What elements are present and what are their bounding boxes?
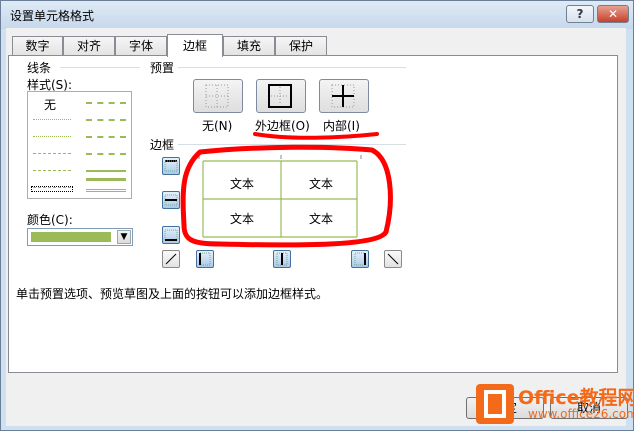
preset-outline-label: 外边框(O) — [255, 119, 310, 133]
preview-cell-text-3: 文本 — [230, 212, 255, 226]
style-dash-dot-line[interactable] — [33, 170, 71, 171]
style-hair-line[interactable] — [33, 119, 71, 120]
preset-none-label: 无(N) — [202, 119, 233, 133]
border-diagonal-up-button[interactable] — [162, 250, 180, 268]
style-thick-line[interactable] — [86, 178, 126, 181]
chevron-down-icon[interactable]: ▼ — [117, 230, 131, 244]
line-style-list[interactable]: 无 — [27, 91, 132, 199]
border-bottom-icon — [164, 229, 178, 241]
border-right-icon — [354, 252, 366, 266]
watermark-url: www.office26.com — [528, 407, 634, 421]
color-label: 颜色(C): — [27, 213, 73, 227]
preset-inside-label: 内部(I) — [323, 119, 360, 133]
instruction-text: 单击预置选项、预览草图及上面的按钮可以添加边框样式。 — [16, 287, 329, 301]
border-bottom-button[interactable] — [162, 226, 180, 244]
preset-none-button[interactable] — [193, 79, 243, 113]
border-horizontal-icon — [164, 194, 178, 206]
border-diagonal-up-icon — [165, 253, 177, 265]
preview-cell-text-1: 文本 — [230, 177, 255, 191]
style-none-option[interactable]: 无 — [44, 96, 56, 113]
help-button[interactable]: ? — [566, 5, 594, 23]
title-bar[interactable]: 设置单元格格式 ? ✕ — [1, 1, 633, 29]
preview-cell-text-4: 文本 — [309, 212, 334, 226]
presets-title: 预置 — [150, 61, 175, 75]
border-right-button[interactable] — [351, 250, 369, 268]
border-inside-icon — [331, 84, 355, 108]
preset-inside-button[interactable] — [319, 79, 369, 113]
line-group-title: 线条 — [27, 61, 52, 75]
tab-border[interactable]: 边框 — [167, 34, 223, 57]
border-left-icon — [199, 252, 211, 266]
watermark-logo: Office教程网 www.office26.com — [468, 380, 634, 428]
style-medium-dash-dot[interactable] — [86, 136, 126, 138]
border-left-button[interactable] — [196, 250, 214, 268]
line-group-divider — [60, 67, 140, 68]
style-medium-line[interactable] — [86, 170, 126, 172]
color-select[interactable]: ▼ — [27, 228, 133, 246]
border-middle-vertical-button[interactable] — [273, 250, 291, 268]
style-medium-dashed[interactable] — [86, 153, 126, 155]
border-preview-area[interactable]: 文本 文本 文本 文本 — [187, 155, 372, 245]
border-top-icon — [164, 160, 178, 172]
border-group-divider — [178, 144, 406, 145]
style-dash-dot-dot-line[interactable] — [33, 153, 71, 154]
tab-protection[interactable]: 保护 — [275, 36, 327, 56]
watermark-brand: Office教程网 — [518, 387, 634, 409]
close-button[interactable]: ✕ — [597, 5, 629, 23]
tab-font[interactable]: 字体 — [115, 36, 167, 56]
style-slant-dash-dot[interactable] — [86, 119, 126, 121]
border-none-icon — [205, 84, 229, 108]
color-swatch — [31, 232, 111, 242]
border-outline-icon — [268, 84, 292, 108]
style-double-line[interactable] — [86, 189, 126, 192]
border-top-button[interactable] — [162, 157, 180, 175]
dialog-title: 设置单元格格式 — [10, 9, 95, 23]
tab-number[interactable]: 数字 — [12, 36, 63, 56]
border-vertical-icon — [276, 252, 288, 266]
tab-alignment[interactable]: 对齐 — [63, 36, 115, 56]
style-dotted-line[interactable] — [33, 136, 71, 137]
border-diagonal-down-button[interactable] — [384, 250, 402, 268]
border-group-title: 边框 — [150, 138, 175, 152]
style-medium-dash-dot-dot[interactable] — [86, 102, 126, 104]
style-selected-focus — [31, 186, 73, 192]
border-middle-horizontal-button[interactable] — [162, 191, 180, 209]
presets-divider — [178, 67, 406, 68]
border-preview-grid — [198, 155, 362, 238]
preset-outline-button[interactable] — [256, 79, 306, 113]
preview-cell-text-2: 文本 — [309, 177, 334, 191]
border-diagonal-down-icon — [387, 253, 399, 265]
tab-fill[interactable]: 填充 — [223, 36, 275, 56]
